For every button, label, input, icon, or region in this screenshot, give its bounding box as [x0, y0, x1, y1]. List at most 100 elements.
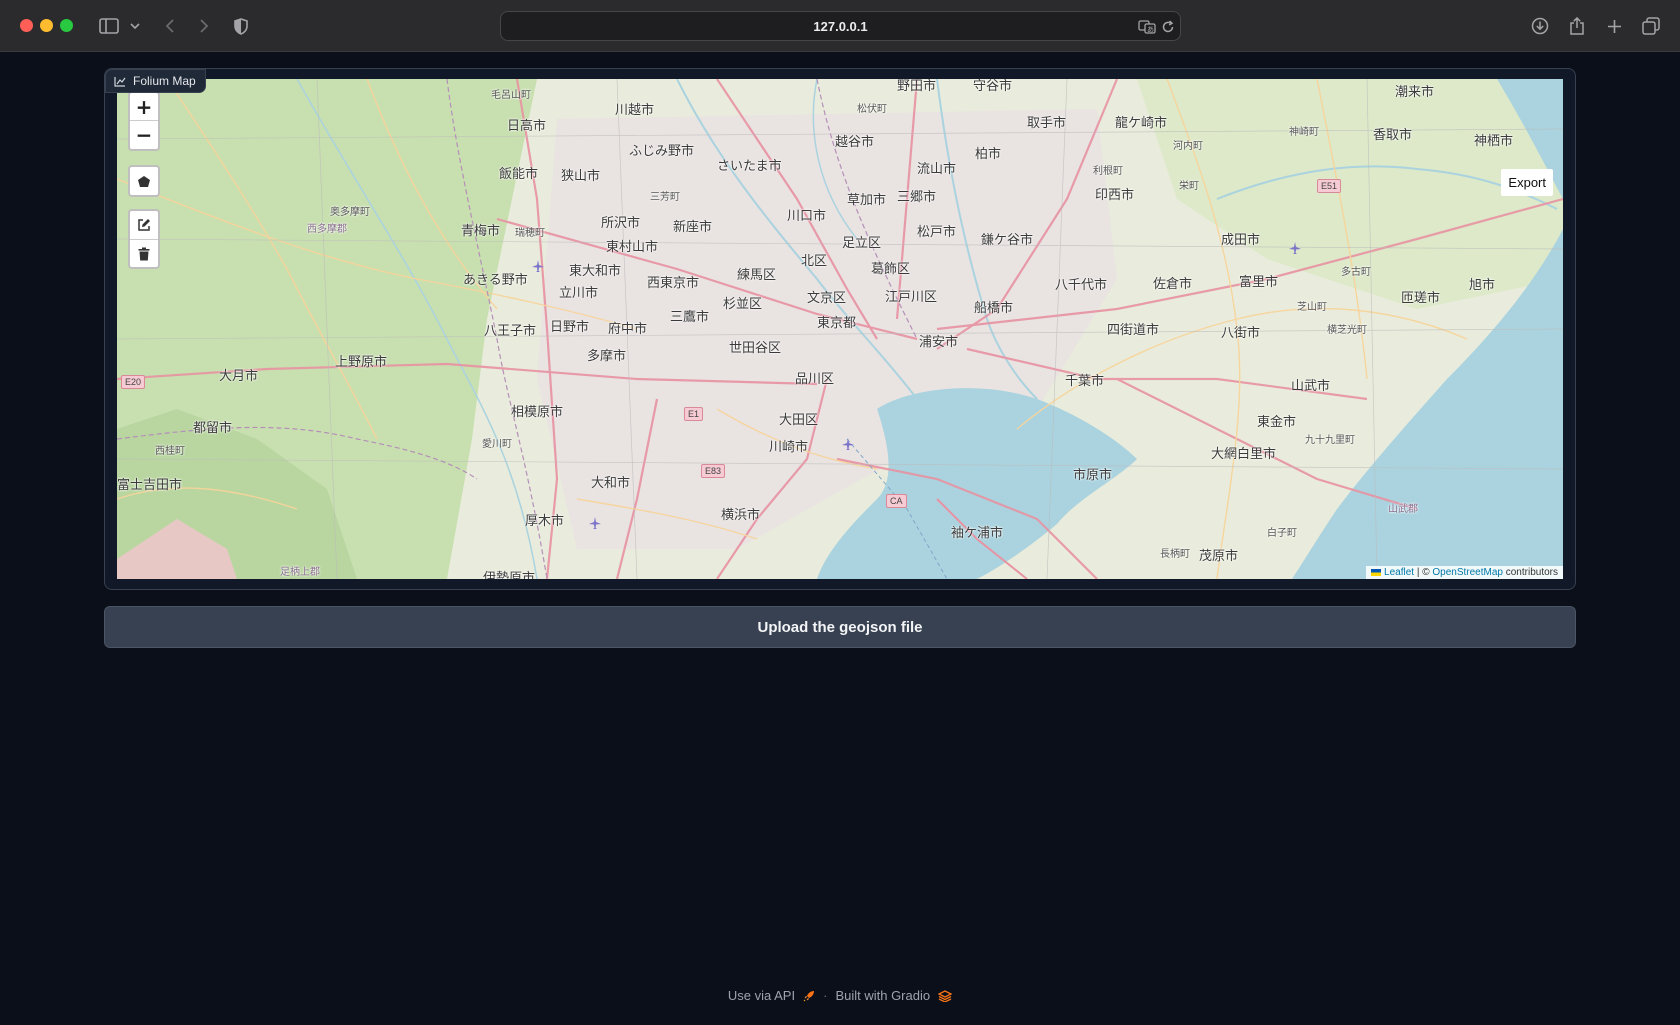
airport-icon — [1289, 242, 1301, 254]
place-label: 河内町 — [1173, 141, 1203, 152]
place-label: 守谷市 — [973, 79, 1013, 94]
place-label: 利根町 — [1093, 166, 1123, 177]
draw-toolbar — [128, 165, 160, 197]
airport-icon — [842, 438, 854, 450]
sidebar-icon[interactable] — [97, 14, 121, 38]
place-label: 伊勢原市 — [483, 571, 536, 579]
place-label: 大月市 — [219, 369, 259, 384]
place-label: さいたま市 — [717, 159, 782, 174]
place-label: 船橋市 — [974, 301, 1014, 316]
place-label: 匝瑳市 — [1401, 291, 1441, 306]
place-label: 毛呂山町 — [491, 90, 531, 101]
place-label: ふじみ野市 — [629, 144, 695, 159]
place-label: 栄町 — [1179, 181, 1199, 192]
place-label: 四街道市 — [1107, 323, 1160, 338]
place-label: 上野原市 — [335, 355, 388, 370]
place-label: 山武市 — [1291, 379, 1331, 394]
road-shield: E20 — [121, 375, 146, 389]
shield-icon[interactable] — [231, 14, 251, 38]
edit-layers-button[interactable] — [130, 211, 158, 239]
place-label: 東村山市 — [606, 240, 659, 255]
attribution-separator: | © — [1414, 567, 1433, 578]
place-label: 川口市 — [787, 209, 827, 224]
place-label: 文京区 — [807, 291, 847, 306]
place-label: 多摩市 — [587, 349, 627, 364]
place-label: 練馬区 — [737, 268, 777, 283]
place-label: 神栖市 — [1474, 134, 1514, 149]
tabs-overview-icon[interactable] — [1641, 14, 1661, 38]
delete-layers-button[interactable] — [130, 239, 158, 267]
place-label: 取手市 — [1027, 116, 1067, 131]
place-label: 松戸市 — [917, 225, 957, 240]
place-label: 佐倉市 — [1153, 277, 1193, 292]
place-label: 厚木市 — [525, 514, 565, 529]
chevron-down-icon[interactable] — [128, 14, 142, 38]
leaflet-link[interactable]: Leaflet — [1384, 567, 1414, 578]
place-label: 狭山市 — [561, 169, 601, 184]
zoom-in-button[interactable]: + — [130, 93, 158, 121]
place-label: 鎌ケ谷市 — [981, 233, 1034, 248]
place-label: 飯能市 — [499, 167, 539, 182]
place-label: 三郷市 — [897, 190, 937, 205]
place-label: 東大和市 — [569, 264, 622, 279]
block-label-text: Folium Map — [133, 74, 196, 88]
fullscreen-window-button[interactable] — [60, 19, 73, 32]
attribution-suffix: contributors — [1502, 567, 1558, 578]
place-label: 川越市 — [615, 103, 655, 118]
place-label: 茂原市 — [1199, 549, 1239, 564]
place-label: 龍ケ崎市 — [1115, 116, 1168, 131]
polygon-draw-icon — [138, 175, 150, 187]
ukraine-flag-icon — [1371, 568, 1382, 576]
place-label: 横芝光町 — [1327, 325, 1367, 336]
place-label: 青梅市 — [461, 224, 501, 239]
place-label: 富里市 — [1239, 275, 1279, 290]
road-shield: CA — [886, 494, 907, 508]
place-label: あきる野市 — [463, 273, 528, 288]
place-label: 所沢市 — [601, 216, 641, 231]
address-bar[interactable]: 127.0.0.1 あ — [500, 11, 1181, 41]
place-label: 東金市 — [1257, 415, 1297, 430]
download-icon[interactable] — [1530, 14, 1550, 38]
back-icon[interactable] — [160, 14, 180, 38]
place-label: 神崎町 — [1289, 127, 1319, 138]
chart-icon — [114, 77, 126, 87]
place-label: 成田市 — [1221, 233, 1261, 248]
place-label: 印西市 — [1095, 188, 1135, 203]
road-shield: E83 — [701, 464, 726, 478]
svg-text:あ: あ — [1147, 26, 1154, 34]
share-icon[interactable] — [1567, 14, 1587, 38]
road-shield: E1 — [684, 407, 704, 421]
export-button[interactable]: Export — [1501, 169, 1553, 196]
place-label: 三芳町 — [650, 192, 680, 203]
place-label: 東京都 — [817, 316, 857, 331]
footer: Use via API · Built with Gradio — [0, 988, 1680, 1003]
place-label: 府中市 — [608, 322, 648, 337]
place-label: 日野市 — [550, 320, 590, 335]
delete-layers-icon — [138, 247, 150, 260]
place-label: 川崎市 — [769, 440, 809, 455]
minimize-window-button[interactable] — [40, 19, 53, 32]
place-label: 世田谷区 — [729, 341, 782, 356]
place-label: 西多摩郡 — [307, 224, 347, 235]
built-with-gradio-link[interactable]: Built with Gradio — [835, 988, 930, 1003]
upload-geojson-button[interactable]: Upload the geojson file — [104, 606, 1576, 648]
new-tab-icon[interactable] — [1604, 14, 1624, 38]
osm-link[interactable]: OpenStreetMap — [1432, 567, 1503, 578]
close-window-button[interactable] — [20, 19, 33, 32]
use-via-api-link[interactable]: Use via API — [728, 988, 795, 1003]
road-shield: E51 — [1317, 179, 1342, 193]
airport-icon — [589, 517, 601, 529]
place-label: 柏市 — [975, 147, 1002, 162]
map-attribution: Leaflet | © OpenStreetMap contributors — [1366, 566, 1563, 579]
zoom-out-button[interactable]: − — [130, 121, 158, 149]
reload-icon[interactable] — [1159, 15, 1177, 39]
place-label: 愛川町 — [482, 439, 512, 450]
zoom-control: + − — [128, 91, 160, 151]
place-label: 日高市 — [507, 119, 547, 134]
place-label: 九十九里町 — [1305, 435, 1355, 446]
translate-icon[interactable]: あ — [1137, 15, 1157, 39]
polygon-draw-button[interactable] — [130, 167, 158, 195]
map-canvas[interactable]: 毛呂山町 日高市 川越市 ふじみ野市 さいたま市 越谷市 松伏町 野田市 守谷市… — [117, 79, 1563, 579]
forward-icon[interactable] — [194, 14, 214, 38]
place-label: 江戸川区 — [885, 290, 938, 305]
